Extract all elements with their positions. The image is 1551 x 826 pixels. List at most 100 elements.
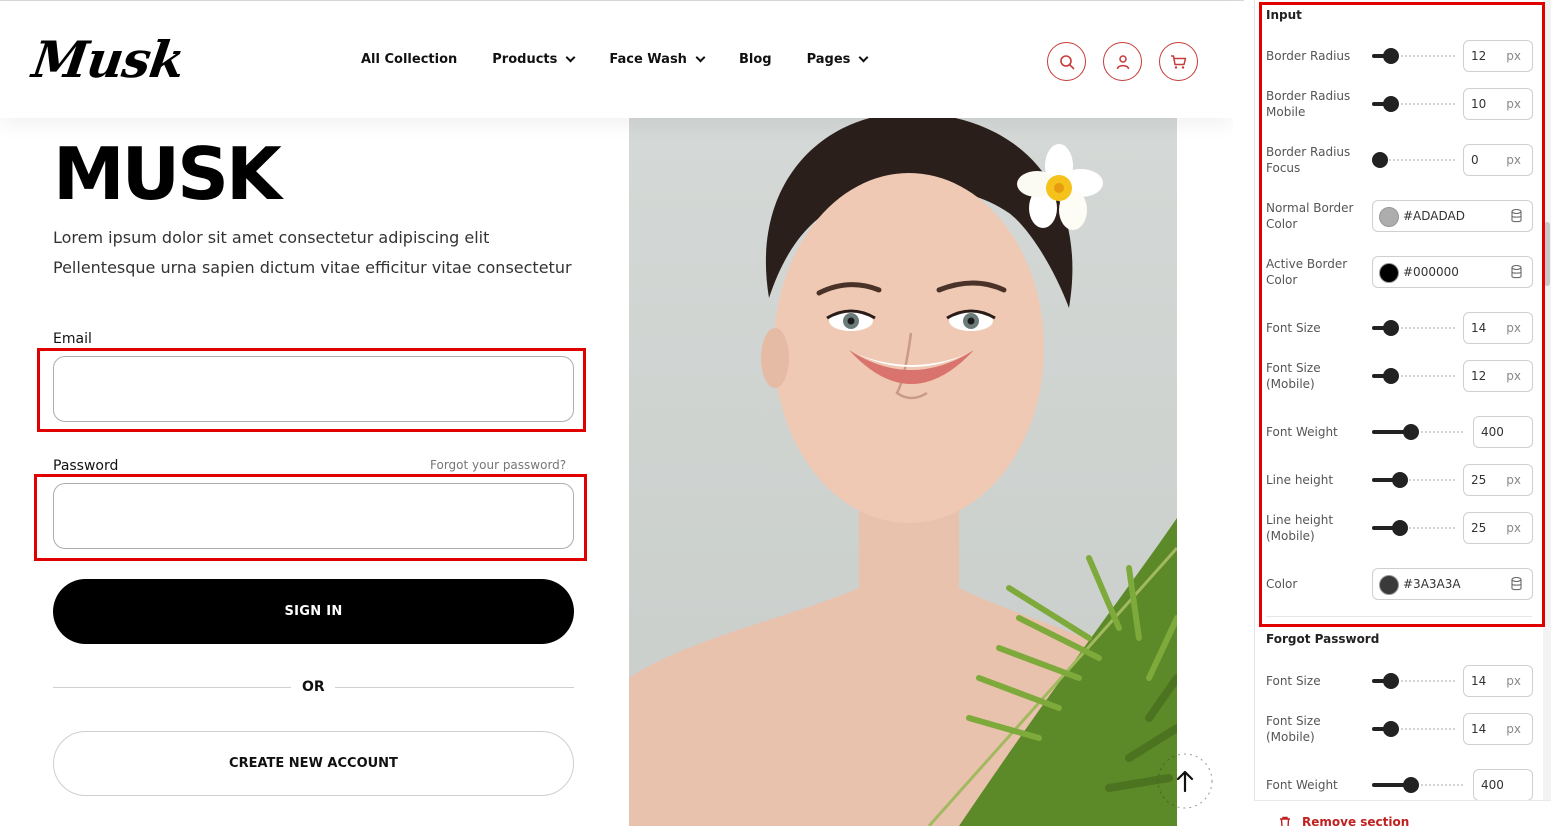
number-value: 14 [1471, 674, 1487, 688]
slider-handle[interactable] [1382, 721, 1399, 737]
create-account-button[interactable]: CREATE NEW ACCOUNT [53, 731, 574, 796]
slider-handle[interactable] [1402, 424, 1419, 440]
setting-label: Line height (Mobile) [1266, 513, 1334, 543]
value-slider[interactable] [1372, 368, 1456, 384]
number-value: 12 [1471, 369, 1487, 383]
highlight-box-email [37, 348, 586, 432]
color-swatch[interactable] [1379, 207, 1399, 227]
nav-label: Face Wash [609, 52, 687, 67]
scroll-to-top-button[interactable] [1152, 748, 1218, 814]
search-button[interactable] [1047, 42, 1086, 81]
unit-label: px [1506, 473, 1521, 487]
setting-label: Font Size (Mobile) [1266, 714, 1321, 744]
cart-icon [1171, 54, 1187, 69]
chevron-down-icon [695, 52, 706, 63]
divider-left [53, 687, 291, 688]
number-input[interactable]: 12 px [1463, 40, 1533, 72]
site-logo[interactable]: Musk [29, 30, 188, 89]
color-value: #3A3A3A [1403, 577, 1461, 591]
number-input[interactable]: 25 px [1463, 512, 1533, 544]
number-input[interactable]: 14 px [1463, 713, 1533, 745]
number-value: 14 [1471, 321, 1487, 335]
number-input[interactable]: 12 px [1463, 360, 1533, 392]
or-separator: OR [302, 679, 325, 695]
unit-label: px [1506, 674, 1521, 688]
number-input[interactable]: 400 [1473, 416, 1533, 448]
highlight-box-password [34, 474, 587, 561]
slider-handle[interactable] [1382, 320, 1399, 336]
hero-description-line-2: Pellentesque urna sapien dictum vitae ef… [53, 258, 572, 277]
remove-section-button[interactable]: Remove section [1279, 815, 1409, 826]
nav-face-wash[interactable]: Face Wash [609, 52, 706, 67]
sign-in-button[interactable]: SIGN IN [53, 579, 574, 644]
store-preview: Musk All Collection Products Face Wash B… [0, 0, 1233, 826]
color-swatch[interactable] [1379, 575, 1399, 595]
setting-label: Border Radius [1266, 49, 1351, 63]
slider-handle[interactable] [1382, 48, 1399, 64]
slider-handle[interactable] [1382, 368, 1399, 384]
number-input[interactable]: 400 [1473, 769, 1533, 801]
setting-label: Font Size (Mobile) [1266, 361, 1321, 391]
color-picker[interactable]: #000000 [1372, 256, 1533, 288]
nav-all-collection[interactable]: All Collection [361, 52, 457, 67]
nav-label: All Collection [361, 52, 458, 67]
database-icon[interactable] [1511, 576, 1522, 591]
forgot-password-link[interactable]: Forgot your password? [430, 458, 566, 472]
account-button[interactable] [1103, 42, 1142, 81]
number-input[interactable]: 10 px [1463, 88, 1533, 120]
number-value: 0 [1471, 153, 1479, 167]
setting-label: Font Weight [1266, 778, 1338, 792]
slider-handle[interactable] [1392, 472, 1409, 488]
slider-handle[interactable] [1402, 777, 1419, 793]
number-input[interactable]: 25 px [1463, 464, 1533, 496]
unit-label: px [1506, 369, 1521, 383]
unit-label: px [1506, 97, 1521, 111]
setting-label: Border Radius Mobile [1266, 89, 1351, 119]
value-slider[interactable] [1372, 424, 1465, 440]
nav-pages[interactable]: Pages [806, 52, 869, 67]
number-input[interactable]: 14 px [1463, 665, 1533, 697]
number-input[interactable]: 0 px [1463, 144, 1533, 176]
number-value: 25 [1471, 473, 1487, 487]
remove-section-label: Remove section [1302, 815, 1410, 826]
nav-products[interactable]: Products [492, 52, 576, 67]
main-nav: All Collection Products Face Wash Blog P… [361, 52, 902, 67]
nav-label: Products [492, 52, 558, 67]
database-icon[interactable] [1511, 208, 1522, 223]
nav-label: Pages [806, 52, 851, 67]
color-picker[interactable]: #3A3A3A [1372, 568, 1533, 600]
number-input[interactable]: 14 px [1463, 312, 1533, 344]
input-section-title: Input [1266, 8, 1302, 22]
hero-model-image [629, 118, 1177, 826]
value-slider[interactable] [1372, 48, 1456, 64]
value-slider[interactable] [1372, 96, 1456, 112]
value-slider[interactable] [1372, 520, 1456, 536]
value-slider[interactable] [1372, 472, 1456, 488]
slider-handle[interactable] [1392, 520, 1409, 536]
chevron-down-icon [565, 52, 576, 63]
value-slider[interactable] [1372, 320, 1456, 336]
database-icon[interactable] [1511, 264, 1522, 279]
unit-label: px [1506, 722, 1521, 736]
section-divider [1266, 616, 1532, 617]
value-slider[interactable] [1372, 777, 1465, 793]
unit-label: px [1506, 321, 1521, 335]
value-slider[interactable] [1372, 673, 1456, 689]
color-picker[interactable]: #ADADAD [1372, 200, 1533, 232]
scroll-to-top-badge [1157, 753, 1213, 809]
cart-button[interactable] [1159, 42, 1198, 81]
slider-handle[interactable] [1382, 673, 1399, 689]
nav-blog[interactable]: Blog [739, 52, 772, 67]
setting-label: Font Size [1266, 674, 1321, 688]
number-value: 14 [1471, 722, 1487, 736]
number-value: 25 [1471, 521, 1487, 535]
site-header: Musk All Collection Products Face Wash B… [0, 2, 1233, 118]
number-value: 12 [1471, 49, 1487, 63]
color-swatch[interactable] [1379, 263, 1399, 283]
slider-handle[interactable] [1372, 152, 1388, 168]
setting-label: Line height [1266, 473, 1334, 487]
model-portrait-illustration [629, 118, 1177, 826]
slider-handle[interactable] [1382, 96, 1399, 112]
value-slider[interactable] [1372, 152, 1456, 168]
value-slider[interactable] [1372, 721, 1456, 737]
